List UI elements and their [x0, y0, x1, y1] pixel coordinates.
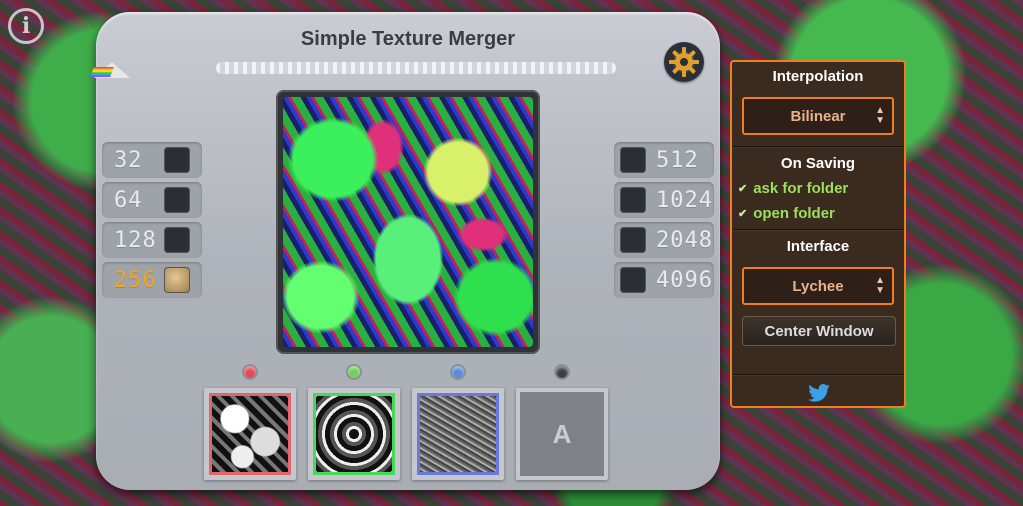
resolution-label: 32 — [114, 147, 143, 173]
resolution-toggle[interactable] — [164, 227, 190, 253]
resolution-32[interactable]: 32 — [102, 142, 202, 178]
interpolation-title: Interpolation — [772, 68, 864, 85]
on-saving-title: On Saving — [780, 155, 856, 172]
checkmark-icon: ✔ — [738, 183, 748, 195]
alpha-channel-indicator — [556, 366, 568, 378]
main-panel: Simple Texture Merger 32 64 128 256 512 … — [90, 12, 720, 490]
resolution-label: 128 — [114, 227, 157, 253]
resolution-label: 1024 — [656, 187, 713, 213]
resolution-label: 256 — [114, 267, 157, 293]
interpolation-value: Bilinear — [790, 107, 846, 125]
preview-frame — [276, 90, 540, 354]
interface-select[interactable]: Lychee ▲ ▼ — [742, 267, 894, 305]
resolution-128[interactable]: 128 — [102, 222, 202, 258]
alpha-channel-slot[interactable]: A — [516, 388, 608, 480]
divider — [732, 146, 904, 148]
resolution-256[interactable]: 256 — [102, 262, 202, 298]
resolution-64[interactable]: 64 — [102, 182, 202, 218]
app-title: Simple Texture Merger — [300, 28, 516, 50]
resolution-512[interactable]: 512 — [614, 142, 714, 178]
resolution-1024[interactable]: 1024 — [614, 182, 714, 218]
green-channel-indicator — [348, 366, 360, 378]
resolution-toggle[interactable] — [164, 187, 190, 213]
select-arrows-icon: ▲ ▼ — [875, 105, 885, 126]
resolution-4096[interactable]: 4096 — [614, 262, 714, 298]
prism-rainbow — [90, 67, 114, 77]
info-button[interactable]: i — [8, 8, 44, 44]
checkbox-label: open folder — [753, 205, 835, 222]
red-channel-indicator — [244, 366, 256, 378]
red-channel-slot[interactable] — [204, 388, 296, 480]
resolution-toggle[interactable] — [620, 267, 646, 293]
blue-channel-texture — [417, 393, 499, 475]
green-channel-slot[interactable] — [308, 388, 400, 480]
checkmark-icon: ✔ — [738, 208, 748, 220]
settings-button[interactable] — [664, 42, 704, 82]
twitter-icon — [808, 384, 830, 402]
select-arrows-icon: ▲ ▼ — [875, 275, 885, 296]
blue-channel-slot[interactable] — [412, 388, 504, 480]
resolution-label: 64 — [114, 187, 143, 213]
resolution-toggle[interactable] — [164, 267, 190, 293]
red-channel-texture — [209, 393, 291, 475]
resolution-label: 512 — [656, 147, 699, 173]
open-folder-checkbox[interactable]: ✔ open folder — [738, 205, 835, 222]
title-decoration — [216, 62, 616, 74]
merged-texture-preview — [283, 97, 533, 347]
green-channel-texture — [313, 393, 395, 475]
gear-icon — [669, 47, 699, 77]
divider — [732, 374, 904, 376]
twitter-button[interactable] — [808, 384, 830, 406]
interpolation-select[interactable]: Bilinear ▲ ▼ — [742, 97, 894, 135]
resolution-2048[interactable]: 2048 — [614, 222, 714, 258]
settings-panel: Interpolation Bilinear ▲ ▼ On Saving ✔ as… — [730, 60, 906, 408]
resolution-toggle[interactable] — [620, 147, 646, 173]
checkbox-label: ask for folder — [753, 180, 849, 197]
info-icon: i — [21, 13, 31, 39]
divider — [732, 229, 904, 231]
resolution-toggle[interactable] — [620, 187, 646, 213]
resolution-label: 2048 — [656, 227, 713, 253]
ask-for-folder-checkbox[interactable]: ✔ ask for folder — [738, 180, 848, 197]
resolution-label: 4096 — [656, 267, 713, 293]
interface-value: Lychee — [792, 277, 844, 295]
center-window-button[interactable]: Center Window — [742, 316, 896, 346]
resolution-toggle[interactable] — [164, 147, 190, 173]
blue-channel-indicator — [452, 366, 464, 378]
interface-title: Interface — [786, 238, 850, 255]
alpha-channel-label: A — [520, 392, 604, 476]
resolution-toggle[interactable] — [620, 227, 646, 253]
